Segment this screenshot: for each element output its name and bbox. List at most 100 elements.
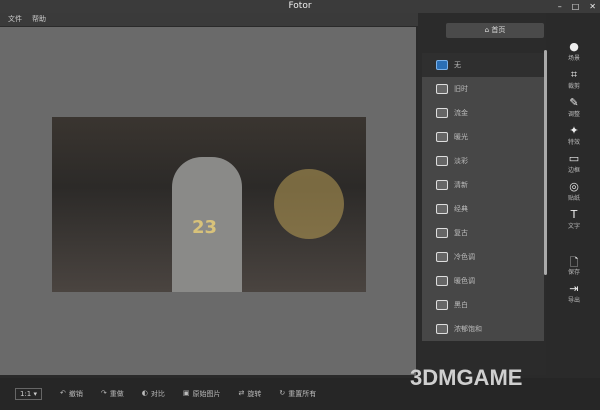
sparkle-icon: ✦ [569, 124, 579, 137]
filter-icon [436, 276, 448, 286]
tool-label: 裁剪 [567, 83, 580, 90]
filter-label: 旧时 [454, 85, 468, 93]
menu-help[interactable]: 帮助 [32, 13, 46, 26]
scene-icon: ● [569, 40, 579, 53]
filter-item[interactable]: 复古 [422, 221, 544, 245]
filter-label: 暖光 [454, 133, 468, 141]
filter-icon [436, 84, 448, 94]
export-icon: ⇥ [569, 282, 579, 295]
filter-label: 无 [454, 61, 461, 69]
zoom-select[interactable]: 1:1 ▾ [15, 388, 43, 400]
filter-icon [436, 108, 448, 118]
original-button[interactable]: ▣ 原始图片 [183, 389, 221, 399]
home-label: 首页 [491, 26, 506, 34]
filter-label: 浓郁饱和 [454, 325, 482, 333]
window-title: Fotor [288, 1, 312, 11]
tool-scene[interactable]: ● 场景 [568, 40, 580, 62]
filter-item[interactable]: 旧时 [422, 77, 544, 101]
filter-icon [436, 300, 448, 310]
filter-icon [436, 156, 448, 166]
tool-label: 文字 [567, 223, 580, 230]
maximize-button[interactable]: □ [572, 0, 580, 13]
button-label: 重做 [109, 390, 124, 398]
button-label: 撤销 [68, 390, 83, 398]
text-icon: T [570, 208, 578, 221]
watermark-logo: 3DMGAME [410, 365, 523, 390]
filter-icon [436, 132, 448, 142]
crop-icon: ⌗ [570, 68, 578, 81]
tool-sticker[interactable]: ◎ 贴纸 [568, 180, 580, 202]
filter-label: 清新 [454, 181, 468, 189]
button-label: 对比 [150, 390, 165, 398]
tool-crop[interactable]: ⌗ 裁剪 [568, 68, 580, 90]
filter-label: 黑白 [454, 301, 468, 309]
filter-list: 无 旧时 流金 暖光 淡彩 清新 经典 复古 冷色调 暖色调 黑白 浓郁饱和 [422, 53, 544, 341]
filter-icon [436, 252, 448, 262]
redo-icon: ↷ [100, 389, 107, 397]
tool-text[interactable]: T 文字 [568, 208, 580, 230]
filter-item[interactable]: 浓郁饱和 [422, 317, 544, 341]
filter-icon [436, 60, 448, 70]
tool-effects[interactable]: ✦ 特效 [568, 124, 580, 146]
filter-panel: ⌂ 首页 无 旧时 流金 暖光 淡彩 清新 经典 复古 冷色调 暖色调 黑白 浓… [418, 13, 546, 375]
button-label: 重置所有 [288, 390, 317, 398]
tool-label: 保存 [567, 269, 580, 276]
file-icon: 🗋 [569, 256, 579, 269]
undo-button[interactable]: ↶ 撤销 [60, 389, 83, 399]
minimize-button[interactable]: – [558, 0, 562, 13]
undo-icon: ↶ [60, 389, 66, 397]
filter-item[interactable]: 流金 [422, 101, 544, 125]
filter-icon [436, 180, 448, 190]
title-bar: Fotor – □ ✕ [0, 0, 600, 13]
filter-item[interactable]: 清新 [422, 173, 544, 197]
compare-button[interactable]: ◐ 对比 [142, 389, 165, 399]
filter-item[interactable]: 淡彩 [422, 149, 544, 173]
button-label: 旋转 [247, 390, 262, 398]
filter-icon [436, 204, 448, 214]
menu-file[interactable]: 文件 [8, 13, 22, 26]
filter-item[interactable]: 冷色调 [422, 245, 544, 269]
rotate-icon: ⇄ [238, 389, 245, 397]
filter-icon [436, 324, 448, 334]
canvas[interactable]: 23 [0, 27, 416, 375]
frame-icon: ▭ [568, 152, 580, 165]
compare-icon: ◐ [141, 389, 148, 397]
filter-item[interactable]: 无 [422, 53, 544, 77]
tool-save[interactable]: 🗋 保存 [568, 254, 580, 276]
filter-label: 复古 [454, 229, 468, 237]
tool-frame[interactable]: ▭ 边框 [568, 152, 580, 174]
filter-label: 流金 [454, 109, 468, 117]
filter-item[interactable]: 黑白 [422, 293, 544, 317]
jersey-number: 23 [192, 217, 218, 238]
focus-lens[interactable] [274, 169, 344, 239]
image-icon: ▣ [182, 389, 190, 397]
filter-item[interactable]: 暖光 [422, 125, 544, 149]
filter-item[interactable]: 经典 [422, 197, 544, 221]
filter-label: 冷色调 [454, 253, 475, 261]
tool-label: 场景 [567, 55, 580, 62]
redo-button[interactable]: ↷ 重做 [101, 389, 124, 399]
filter-label: 淡彩 [454, 157, 468, 165]
filter-item[interactable]: 暖色调 [422, 269, 544, 293]
scrollbar[interactable] [544, 50, 547, 275]
rotate-button[interactable]: ⇄ 旋转 [239, 389, 262, 399]
tool-adjust[interactable]: ✎ 调整 [568, 96, 580, 118]
tool-label: 调整 [567, 111, 580, 118]
tool-column: ● 场景 ⌗ 裁剪 ✎ 调整 ✦ 特效 ▭ 边框 ◎ 贴纸 T 文字 🗋 保存 ⇥ 导出 [548, 40, 600, 304]
tool-export[interactable]: ⇥ 导出 [568, 282, 580, 304]
photo: 23 [52, 117, 366, 292]
filter-label: 经典 [454, 205, 468, 213]
tool-label: 特效 [567, 139, 580, 146]
sticker-icon: ◎ [569, 180, 579, 193]
reset-icon: ↻ [279, 389, 286, 397]
filter-icon [436, 228, 448, 238]
pencil-icon: ✎ [569, 96, 579, 109]
tool-label: 边框 [567, 167, 580, 174]
tool-label: 贴纸 [567, 195, 580, 202]
menu-bar: 文件 帮助 [0, 13, 418, 26]
reset-button[interactable]: ↻ 重置所有 [279, 389, 316, 399]
tool-label: 导出 [567, 297, 580, 304]
home-button[interactable]: ⌂ 首页 [446, 23, 544, 38]
close-button[interactable]: ✕ [589, 0, 596, 13]
button-label: 原始图片 [192, 390, 221, 398]
